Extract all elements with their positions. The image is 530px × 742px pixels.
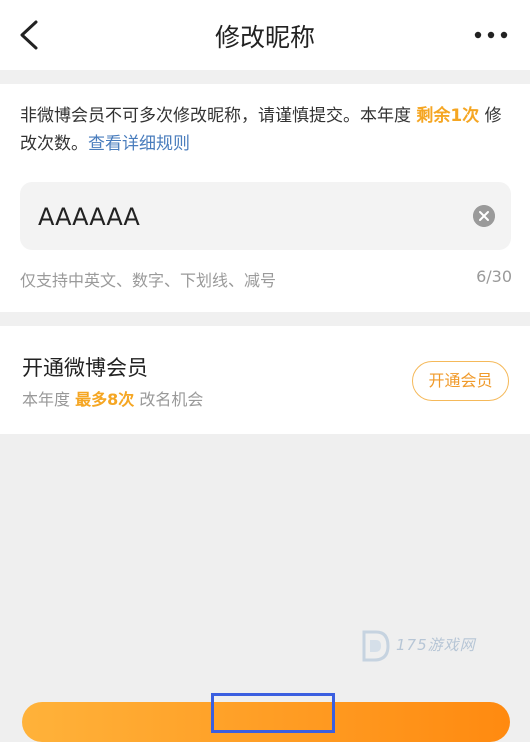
vip-card: 开通微博会员 本年度 最多8次 改名机会 开通会员 [0, 326, 530, 434]
nickname-input-wrap [20, 182, 511, 252]
input-hint: 仅支持中英文、数字、下划线、减号 [20, 271, 277, 290]
char-count: 6/30 [476, 267, 512, 286]
watermark: 175游戏网 [358, 628, 498, 668]
vip-sub-before: 本年度 [22, 390, 76, 409]
nickname-edit-card: 非微博会员不可多次修改昵称，请谨慎提交。本年度 剩余1次 修改次数。查看详细规则… [0, 84, 530, 312]
watermark-text: 175游戏网 [396, 636, 476, 654]
vip-sub-after: 改名机会 [134, 390, 204, 409]
notice-text-before: 非微博会员不可多次修改昵称，请谨慎提交。本年度 [20, 106, 417, 126]
watermark-logo-icon [362, 630, 390, 662]
notice-text: 非微博会员不可多次修改昵称，请谨慎提交。本年度 剩余1次 修改次数。查看详细规则 [20, 102, 510, 158]
section-divider [0, 70, 530, 84]
more-options-icon[interactable] [474, 28, 508, 42]
remaining-count: 剩余1次 [416, 106, 480, 126]
top-bar: 修改昵称 [0, 0, 530, 70]
section-divider [0, 312, 530, 326]
page-title: 修改昵称 [214, 23, 315, 52]
vip-max-count: 最多8次 [75, 390, 135, 409]
vip-title: 开通微博会员 [22, 356, 148, 380]
open-vip-button[interactable]: 开通会员 [412, 361, 509, 401]
clear-icon[interactable] [473, 205, 495, 227]
nickname-input[interactable] [36, 182, 460, 252]
highlight-box [211, 693, 335, 733]
vip-subtitle: 本年度 最多8次 改名机会 [22, 386, 203, 410]
rules-link[interactable]: 查看详细规则 [88, 134, 190, 154]
